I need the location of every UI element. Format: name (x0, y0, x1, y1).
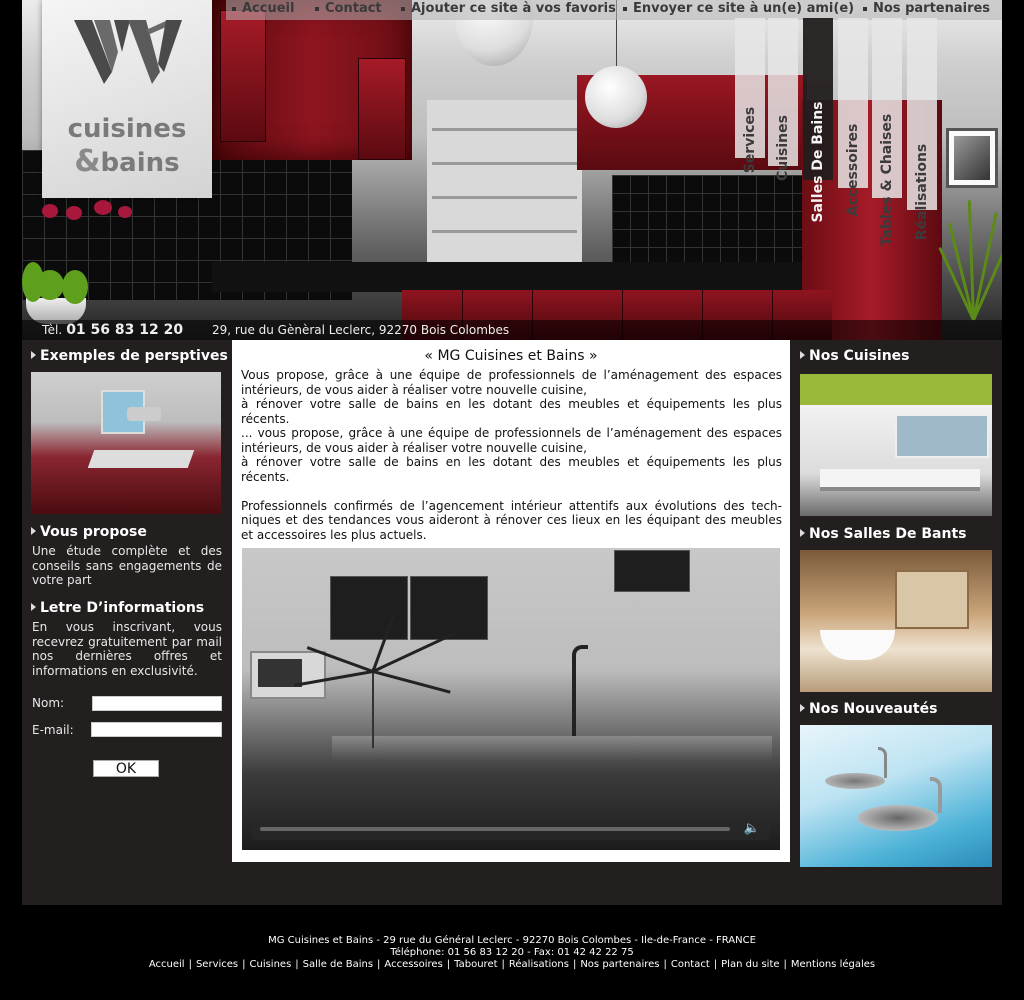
footer-link-services[interactable]: Services (196, 959, 238, 970)
email-label: E-mail: (32, 723, 74, 737)
tall-plant (938, 195, 1002, 321)
logo-mark-icon (74, 20, 182, 84)
nos-nouveautes-title: Nos Nouveautés (800, 701, 937, 717)
header-banner: cuisines &bains Accueil Contact Ajouter … (22, 0, 1002, 340)
footer-link-salle-de-bains[interactable]: Salle de Bains (303, 959, 373, 970)
kitchen-shelves (427, 100, 582, 270)
nos-cuisines-title: Nos Cuisines (800, 348, 910, 364)
footer-link-tabouret[interactable]: Tabouret (454, 959, 497, 970)
exemple-perspective-image[interactable] (31, 372, 221, 514)
contact-bar: Tèl. 01 56 83 12 20 29, rue du Gènèral Le… (22, 320, 1002, 340)
footer-phone: Téléphone: 01 56 83 12 20 - Fax: 01 42 4… (390, 947, 634, 958)
nav-favoris[interactable]: Ajouter ce site à vos favoris (401, 1, 616, 16)
tab-salles-de-bains[interactable]: Salles De Bains (803, 18, 833, 223)
paragraph: à rénover votre salle de bains en les do… (241, 397, 782, 426)
tab-services[interactable]: Services (735, 18, 765, 173)
page-container: cuisines &bains Accueil Contact Ajouter … (22, 0, 1002, 905)
footer-address: MG Cuisines et Bains - 29 rue du Général… (268, 935, 756, 946)
phone: Tèl. 01 56 83 12 20 (42, 322, 184, 338)
footer-link-partenaires[interactable]: Nos partenaires (580, 959, 659, 970)
upper-cabinet (212, 0, 412, 160)
footer-link-accessoires[interactable]: Accessoires (384, 959, 442, 970)
top-navigation: Accueil Contact Ajouter ce site à vos fa… (226, 0, 1002, 20)
nav-contact[interactable]: Contact (315, 1, 382, 16)
ok-button[interactable]: OK (93, 760, 159, 777)
address: 29, rue du Gènèral Leclerc, 92270 Bois C… (212, 323, 510, 337)
tab-accessoires[interactable]: Accessoires (838, 18, 868, 216)
newsletter-title: Letre D’informations (31, 600, 204, 616)
logo[interactable]: cuisines &bains (42, 0, 212, 198)
nom-input[interactable] (92, 696, 222, 711)
paragraph: Professionnels confirmés de l’agencement… (241, 498, 782, 542)
tab-realisations[interactable]: Réalisations (907, 18, 937, 240)
speaker-icon[interactable]: 🔈 (744, 821, 760, 836)
microwave (250, 651, 326, 699)
main-content: « MG Cuisines et Bains » Vous propose, g… (232, 340, 790, 862)
video-player[interactable]: 🔈 (242, 548, 780, 850)
paragraph: à rénover votre salle de bains en les do… (241, 455, 782, 484)
footer-link-contact[interactable]: Contact (671, 959, 710, 970)
tab-tables-chaises[interactable]: Tables & Chaises (872, 18, 902, 246)
footer-link-accueil[interactable]: Accueil (149, 959, 185, 970)
exemples-title: Exemples de persptives (31, 348, 228, 364)
nos-sdb-title: Nos Salles De Bants (800, 526, 966, 542)
footer: MG Cuisines et Bains - 29 rue du Général… (0, 935, 1024, 971)
logo-text-bains: &bains (74, 144, 180, 179)
nom-label: Nom: (32, 696, 65, 710)
backsplash (612, 175, 802, 270)
tab-cuisines[interactable]: Cuisines (768, 18, 798, 181)
faucet (572, 645, 588, 739)
content-title: « MG Cuisines et Bains » (424, 348, 598, 364)
nouveautes-image[interactable] (800, 725, 992, 867)
paragraph: ... vous propose, grâce à une équipe de … (241, 426, 782, 455)
pendant-lamp (585, 66, 647, 128)
paragraph: Vous propose, grâce à une équipe de prof… (241, 368, 782, 397)
wall-frame (946, 128, 998, 188)
nav-envoyer[interactable]: Envoyer ce site à un(e) ami(e) (623, 1, 854, 16)
newsletter-text: En vous inscrivant, vous recevrez gratui… (32, 620, 222, 678)
propose-text: Une étude complète et des conseils sans … (32, 544, 222, 587)
salles-de-bains-image[interactable] (800, 550, 992, 692)
footer-links: Accueil | Services | Cuisines | Salle de Bains… (148, 959, 876, 970)
content-text: Vous propose, grâce à une équipe de prof… (241, 368, 782, 542)
video-controls: 🔈 (252, 818, 770, 840)
propose-title: Vous propose (31, 524, 147, 540)
video-progress-bar[interactable] (260, 827, 730, 831)
countertop (212, 262, 802, 292)
logo-text-cuisines: cuisines (67, 114, 187, 144)
nav-partenaires[interactable]: Nos partenaires (863, 1, 990, 16)
footer-link-mentions-legales[interactable]: Mentions légales (791, 959, 875, 970)
countertop-slab (332, 736, 772, 760)
footer-link-cuisines[interactable]: Cuisines (250, 959, 292, 970)
footer-link-realisations[interactable]: Réalisations (509, 959, 569, 970)
email-input[interactable] (91, 722, 222, 737)
cuisines-image[interactable] (800, 374, 992, 516)
nav-accueil[interactable]: Accueil (232, 1, 294, 16)
footer-link-plan-du-site[interactable]: Plan du site (721, 959, 779, 970)
